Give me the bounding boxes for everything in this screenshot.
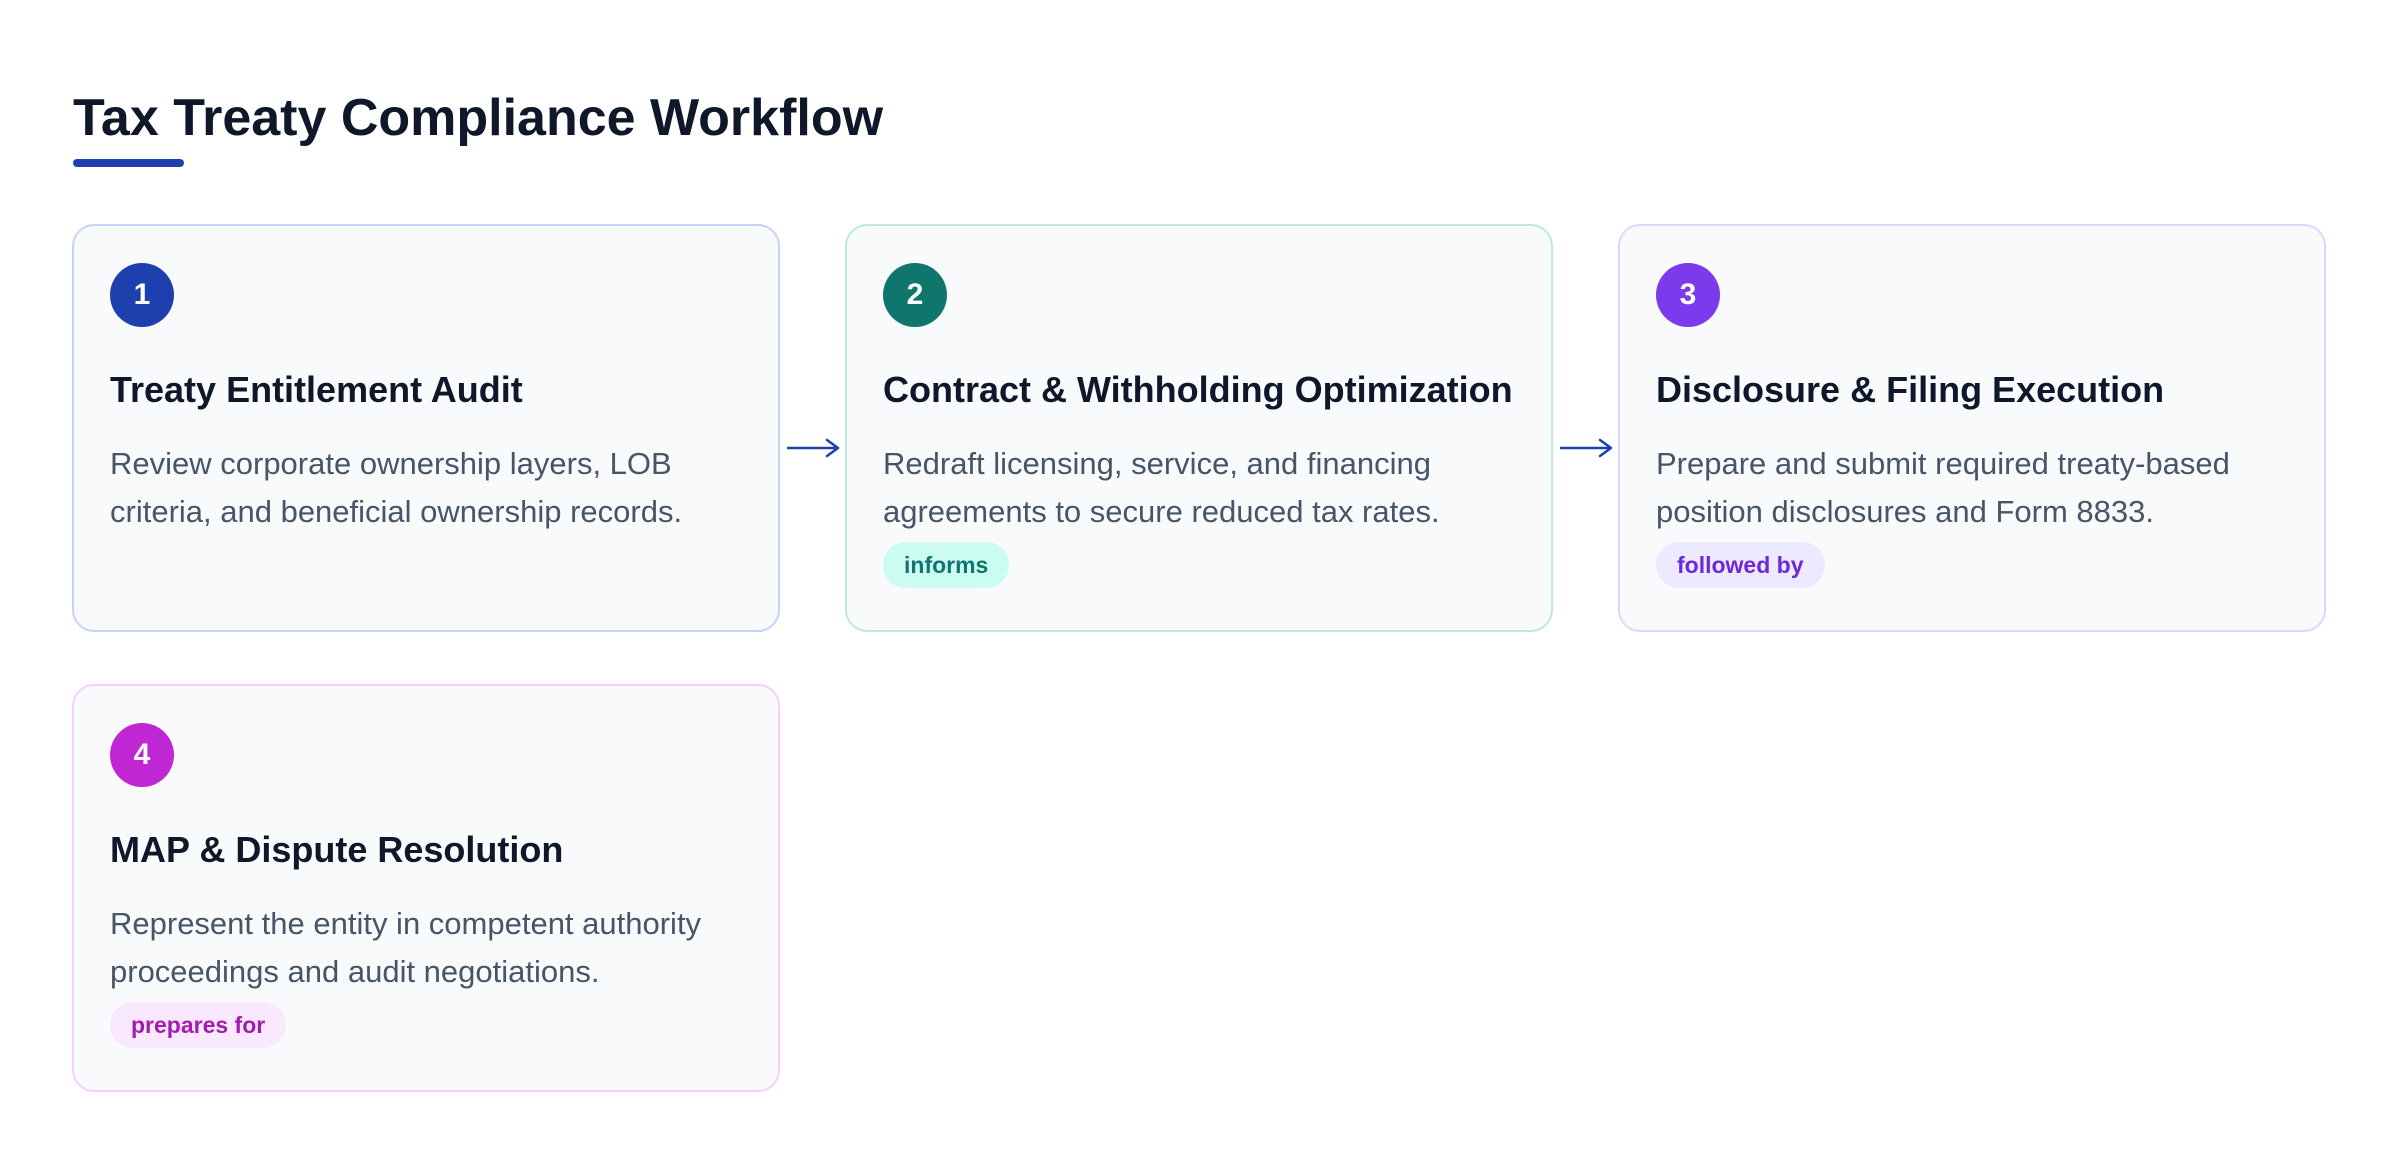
step-number-badge: 4 (110, 723, 174, 787)
step-card-2: 2 Contract & Withholding Optimization Re… (845, 224, 1553, 632)
step-card-4: 4 MAP & Dispute Resolution Represent the… (72, 684, 780, 1092)
relation-tag: prepares for (110, 1002, 287, 1048)
step-card-3: 3 Disclosure & Filing Execution Prepare … (1618, 224, 2326, 632)
step-number-badge: 3 (1656, 263, 1720, 327)
relation-tag: followed by (1656, 542, 1825, 588)
step-description: Review corporate ownership layers, LOB c… (110, 446, 683, 529)
step-description: Prepare and submit required treaty-based… (1656, 446, 2230, 529)
relation-tag: informs (883, 542, 1010, 588)
step-number-badge: 2 (883, 263, 947, 327)
step-title: Treaty Entitlement Audit (110, 369, 523, 410)
step-title: MAP & Dispute Resolution (110, 829, 564, 870)
step-description: Represent the entity in competent author… (110, 906, 702, 989)
step-number-badge: 1 (110, 263, 174, 327)
step-title: Contract & Withholding Optimization (883, 369, 1513, 410)
arrow-right-icon (783, 428, 843, 468)
arrow-right-icon (1556, 428, 1616, 468)
step-card-1: 1 Treaty Entitlement Audit Review corpor… (72, 224, 780, 632)
step-description: Redraft licensing, service, and financin… (883, 446, 1440, 529)
title-underline (73, 159, 184, 167)
page-title: Tax Treaty Compliance Workflow (73, 89, 884, 147)
step-title: Disclosure & Filing Execution (1656, 369, 2165, 410)
